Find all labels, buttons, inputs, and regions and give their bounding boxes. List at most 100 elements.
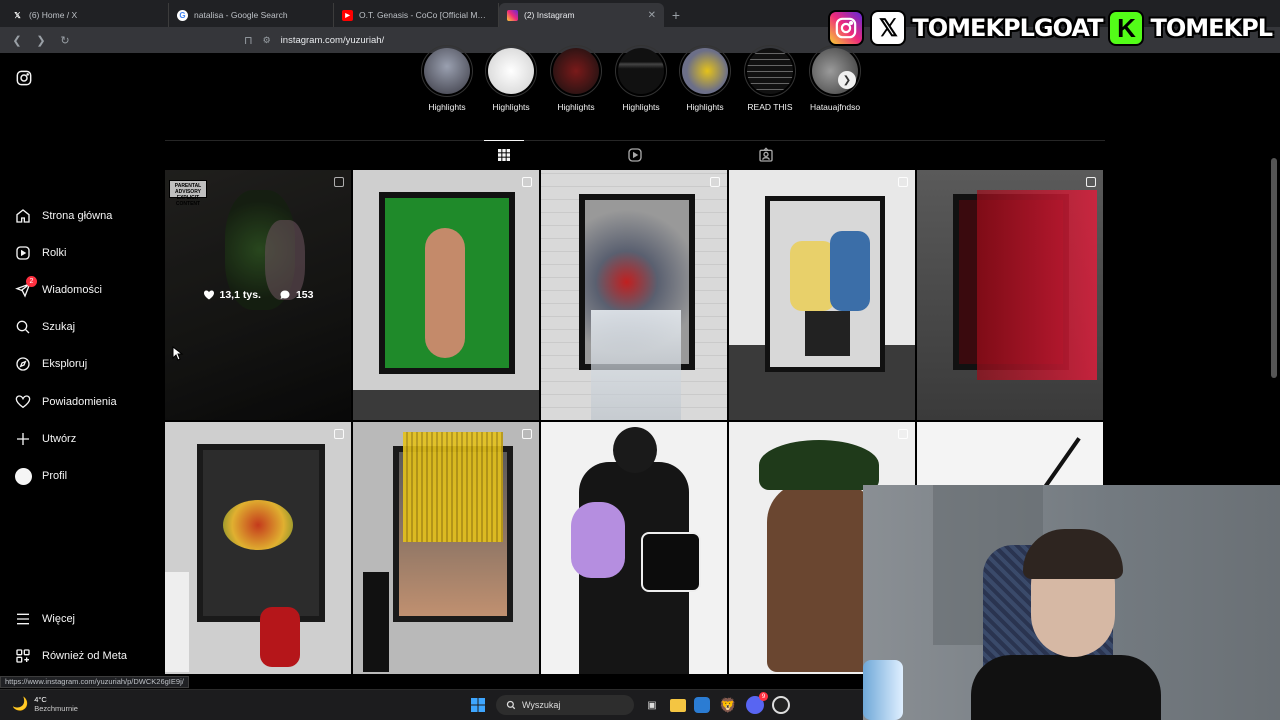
highlight-item[interactable]: Highlights xyxy=(672,45,738,112)
post-figure xyxy=(363,572,389,672)
unread-badge: 2 xyxy=(26,276,37,287)
sidebar-item-create[interactable]: Utwórz xyxy=(14,428,76,450)
post-hover-stats: 13,1 tys. 153 xyxy=(165,170,351,420)
search-icon xyxy=(506,700,516,710)
weather-temp: 4°C xyxy=(34,695,47,704)
kick-logo-icon: K xyxy=(1108,10,1145,46)
post-tile[interactable] xyxy=(165,422,351,674)
highlight-item[interactable]: READ THIS xyxy=(737,45,803,112)
reels-icon[interactable] xyxy=(627,147,643,163)
highlight-item[interactable]: Highlights xyxy=(543,45,609,112)
post-art xyxy=(203,450,319,616)
task-view-icon[interactable]: ▣ xyxy=(642,695,662,715)
post-figure xyxy=(767,482,877,672)
post-frame xyxy=(765,196,885,372)
plus-icon xyxy=(14,430,32,448)
post-tile[interactable] xyxy=(353,170,539,420)
post-frame xyxy=(197,444,325,622)
highlight-ring xyxy=(744,45,796,97)
scroll-thumb[interactable] xyxy=(1271,158,1277,378)
sidebar-item-search[interactable]: Szukaj xyxy=(14,316,75,338)
webcam-feed xyxy=(863,485,1280,720)
post-tile[interactable] xyxy=(917,170,1103,420)
active-tab-indicator xyxy=(484,140,524,141)
page-scrollbar[interactable] xyxy=(1268,53,1280,485)
mouse-cursor xyxy=(172,345,184,362)
bookmark-icon[interactable]: ⊓ xyxy=(244,34,253,47)
file-explorer-icon[interactable] xyxy=(670,698,686,712)
multi-post-icon xyxy=(898,177,908,187)
browser-tab-x[interactable]: 𝕏 (6) Home / X xyxy=(4,3,169,27)
comments-count: 153 xyxy=(295,289,314,301)
sidebar-item-home[interactable]: Strona główna xyxy=(14,205,112,227)
grid-icon[interactable] xyxy=(496,147,512,163)
x-logo-icon: 𝕏 xyxy=(870,10,907,46)
instagram-icon xyxy=(828,10,865,46)
post-tile[interactable] xyxy=(541,422,727,674)
post-tile[interactable] xyxy=(541,170,727,420)
post-figure xyxy=(165,572,189,672)
overlay-handle-kick: TOMEKPL xyxy=(1150,14,1273,42)
post-tile[interactable] xyxy=(353,422,539,674)
menu-icon xyxy=(14,610,32,628)
sidebar-item-reels[interactable]: Rolki xyxy=(14,242,66,264)
highlight-item[interactable]: Highlights xyxy=(608,45,674,112)
weather-widget[interactable]: 🌙 4°C Bezchmurnie xyxy=(12,695,78,713)
forward-icon[interactable]: ❯ xyxy=(32,31,50,49)
discord-badge: 9 xyxy=(759,692,768,701)
instagram-logo-icon[interactable] xyxy=(16,70,32,86)
post-figure xyxy=(613,427,657,473)
windows-start-icon[interactable] xyxy=(468,695,488,715)
multi-post-icon xyxy=(522,429,532,439)
highlight-label: Highlights xyxy=(557,102,595,112)
highlight-cover xyxy=(424,48,470,94)
multi-post-icon xyxy=(522,177,532,187)
new-tab-button[interactable]: + xyxy=(664,3,688,27)
discord-icon[interactable]: 9 xyxy=(746,692,768,714)
highlight-ring xyxy=(679,45,731,97)
stream-social-overlay: 𝕏 TOMEKPLGOAT K TOMEKPL xyxy=(828,8,1273,48)
brave-browser-icon[interactable]: 🦁 xyxy=(718,695,738,715)
highlight-item[interactable]: Highlights xyxy=(478,45,544,112)
post-tile[interactable]: PARENTAL ADVISORY EXPLICIT CONTENT 13,1 … xyxy=(165,170,351,420)
browser-tab-google[interactable]: G natalisa - Google Search xyxy=(169,3,334,27)
highlight-item[interactable]: Highlights xyxy=(414,45,480,112)
youtube-icon: ▶ xyxy=(342,9,353,21)
post-figure xyxy=(830,231,870,311)
close-tab-icon[interactable]: ✕ xyxy=(648,10,656,21)
instagram-icon xyxy=(507,9,518,21)
obs-icon[interactable] xyxy=(772,696,790,714)
chevron-right-icon[interactable]: ❯ xyxy=(838,71,856,89)
reload-icon[interactable]: ↻ xyxy=(56,31,74,49)
browser-tab-instagram[interactable]: (2) Instagram ✕ xyxy=(499,3,664,27)
avatar-icon xyxy=(14,467,32,485)
sidebar-item-label: Szukaj xyxy=(42,321,76,333)
back-icon[interactable]: ❮ xyxy=(8,31,26,49)
highlight-label: Highlights xyxy=(428,102,466,112)
sidebar-item-also-from-meta[interactable]: Również od Meta xyxy=(14,645,127,667)
post-mask xyxy=(571,502,625,578)
browser-tab-youtube[interactable]: ▶ O.T. Genasis - CoCo [Official Music V xyxy=(334,3,499,27)
post-art xyxy=(385,198,509,368)
messenger-icon: 2 xyxy=(14,276,37,299)
taskbar-apps: Wyszukaj ▣ 🦁 9 xyxy=(468,692,790,715)
sidebar-item-profile[interactable]: Profil xyxy=(14,465,67,487)
sidebar-item-explore[interactable]: Eksploruj xyxy=(14,353,87,375)
sidebar-item-label: Utwórz xyxy=(42,433,77,445)
post-bag xyxy=(641,532,701,592)
highlight-item[interactable]: Hatauajfndso xyxy=(802,45,868,112)
tagged-icon[interactable] xyxy=(758,147,774,163)
sidebar-item-messages[interactable]: 2 Wiadomości xyxy=(14,276,102,301)
post-tile[interactable] xyxy=(729,170,915,420)
link-status-bar: https://www.instagram.com/yuzuriah/p/DWC… xyxy=(0,676,189,688)
sidebar-item-notifications[interactable]: Powiadomienia xyxy=(14,391,117,413)
post-figure xyxy=(425,228,465,358)
ms-store-icon[interactable] xyxy=(694,697,710,713)
highlight-label: Highlights xyxy=(622,102,660,112)
sidebar-item-more[interactable]: Więcej xyxy=(14,608,75,630)
taskbar-search[interactable]: Wyszukaj xyxy=(496,695,634,715)
site-info-icon[interactable]: ⚙ xyxy=(263,35,271,46)
search-icon xyxy=(14,318,32,336)
highlight-ring xyxy=(615,45,667,97)
highlight-cover xyxy=(488,48,534,94)
